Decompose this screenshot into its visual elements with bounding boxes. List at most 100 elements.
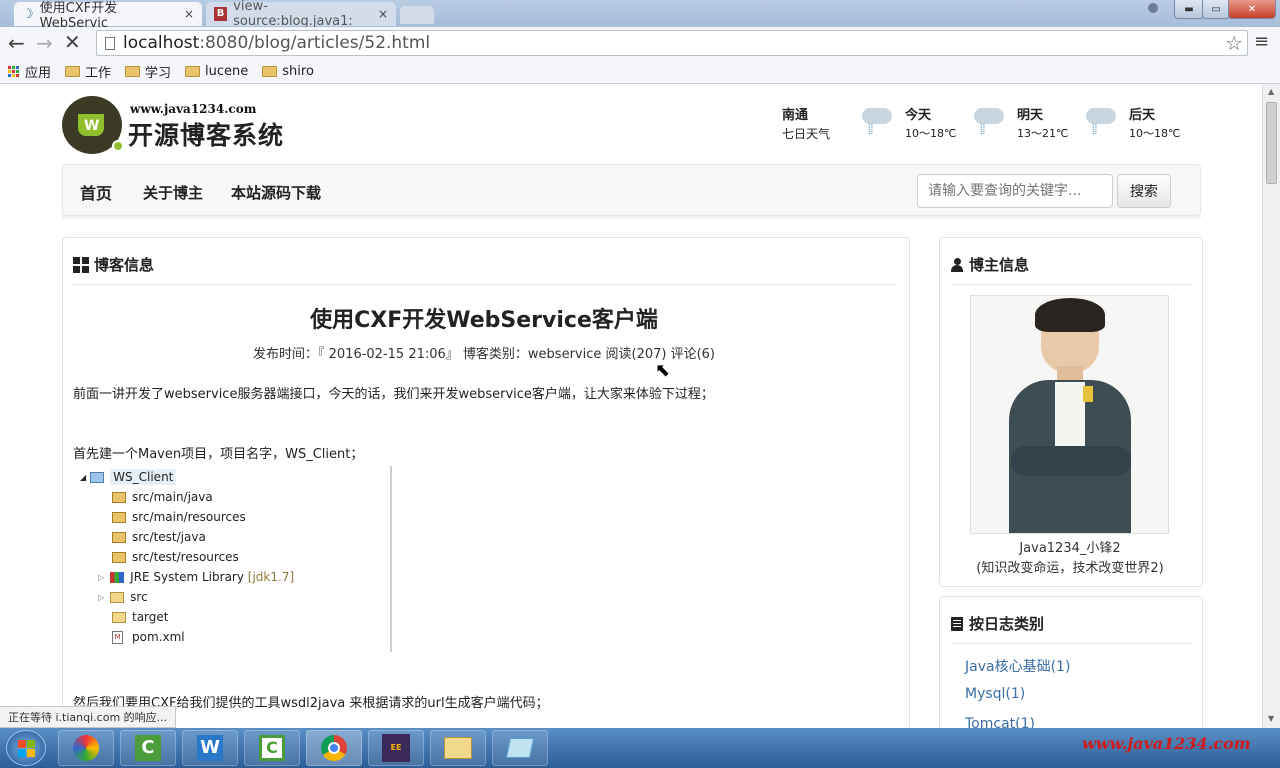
blogger-motto: (知识改变命运，技术改变世界2) [976,561,1164,576]
tree-row: ▷ JRE System Library [jdk1.7] [98,570,295,584]
blogger-panel-title: 博主信息 [969,256,1030,274]
bookmark-apps[interactable]: 应用 [8,62,51,81]
folder-icon [112,611,126,623]
loading-icon: ☽ [22,6,34,22]
category-panel-header: 按日志类别 [951,613,1044,634]
tree-row: M pom.xml [112,627,185,647]
blogger-avatar [970,295,1169,534]
user-icon[interactable] [1142,0,1164,18]
back-icon[interactable]: ← [8,31,25,55]
article-title: 使用CXF开发WebService客户端 [310,308,658,333]
mouse-cursor-icon: ⬉ [655,360,671,381]
weather-day-name: 明天 [1017,108,1044,123]
folder-icon [262,65,278,77]
scrollbar-thumb[interactable] [1266,102,1277,184]
divider [951,643,1191,644]
bookmark-label: shiro [282,63,314,79]
bookmark-star-icon[interactable]: ☆ [1225,31,1243,55]
watermark-text: www.java1234.com [1082,734,1251,753]
folder-icon [125,65,141,77]
tree-row: src/main/java [112,487,213,507]
url-path: :8080/blog/articles/52.html [199,33,431,53]
search-button[interactable]: 搜索 [1117,174,1171,208]
xml-file-icon: M [112,630,123,644]
source-folder-icon [112,551,126,563]
new-tab-button[interactable] [400,6,434,24]
article-panel-header: 博客信息 [73,254,154,275]
bookmarks-bar: 应用 工作 学习 lucene shiro [0,59,1280,84]
category-link[interactable]: Mysql(1) [965,686,1025,702]
taskbar-app-pinwheel-icon[interactable] [58,730,114,766]
taskbar-app-explorer-icon[interactable] [430,730,486,766]
rain-cloud-icon: ⸽⸽ [856,104,900,144]
bookmark-folder-work[interactable]: 工作 [65,62,111,81]
nav-home[interactable]: 首页 [80,180,112,204]
weather-day-temp: 13～21℃ [1017,127,1069,140]
taskbar-app-camtasia-icon[interactable]: C [120,730,176,766]
page-scrollbar[interactable]: ▲ ▼ [1262,84,1280,728]
bookmark-folder-lucene[interactable]: lucene [185,64,248,79]
menu-icon[interactable]: ≡ [1254,31,1269,52]
taskbar-app-word-icon[interactable]: W [182,730,238,766]
tab-close-icon[interactable]: × [378,7,388,21]
bookmark-folder-shiro[interactable]: shiro [262,64,314,79]
category-link[interactable]: Java核心基础(1) [965,656,1070,676]
weather-label[interactable]: 七日天气 [782,125,830,142]
maximize-button[interactable]: ▭ [1202,0,1230,19]
taskbar-app-eclipse-icon[interactable]: EE [368,730,424,766]
site-logo-icon[interactable]: W [62,96,124,154]
nav-about[interactable]: 关于博主 [143,182,203,203]
folder-icon [65,65,81,77]
user-icon [951,257,963,272]
taskbar-app-chrome-icon[interactable] [306,730,362,766]
rain-cloud-icon: ⸽⸽ [968,104,1012,144]
taskbar-app-notes-icon[interactable] [492,730,548,766]
library-icon [110,571,125,583]
category-panel-title: 按日志类别 [969,615,1045,633]
divider [73,284,895,285]
stop-icon[interactable]: ✕ [64,30,81,54]
book-icon [951,616,963,631]
blogger-name: Java1234_小锋2 [1019,541,1121,556]
rain-cloud-icon: ⸽⸽ [1080,104,1124,144]
forward-icon[interactable]: → [36,31,53,55]
article-paragraph: 首先建一个Maven项目，项目名字，WS_Client； [73,447,364,462]
bookmark-folder-study[interactable]: 学习 [125,62,171,81]
minimize-button[interactable]: ▬ [1174,0,1204,19]
source-folder-icon [112,531,126,543]
project-tree-image: ◢ WS_Client src/main/java src/main/resou… [74,466,392,652]
tree-row: src/test/java [112,527,206,547]
tab-article[interactable]: ☽ 使用CXF开发WebServic × [14,1,202,31]
close-window-button[interactable]: ✕ [1228,0,1276,19]
category-link[interactable]: Tomcat(1) [965,716,1035,728]
address-bar[interactable]: localhost:8080/blog/articles/52.html ☆ [96,30,1248,56]
tab-close-icon[interactable]: × [184,7,194,21]
article-paragraph: 前面一讲开发了webservice服务器端接口，今天的话，我们来开发webser… [73,387,714,402]
weather-day-name: 后天 [1129,108,1156,123]
bookmark-label: 应用 [25,65,52,81]
nav-source-download[interactable]: 本站源码下载 [231,182,321,203]
divider [951,284,1191,285]
blogger-panel-header: 博主信息 [951,254,1029,275]
url-host: localhost [123,33,200,53]
start-button[interactable] [6,730,46,766]
folder-icon [110,591,125,603]
blog-favicon-icon: B [214,7,228,21]
weather-day-temp: 10～18℃ [905,127,957,140]
bookmark-label: lucene [205,63,249,79]
folder-icon [185,65,201,77]
tree-row: src/main/resources [112,507,246,527]
apps-grid-icon [8,65,19,77]
search-input[interactable] [917,174,1113,208]
tab-view-source[interactable]: B view-source:blog.java1: × [206,0,396,29]
taskbar-app-camtasia-recorder-icon[interactable]: C [244,730,300,766]
tree-row: ◢ WS_Client [80,467,177,487]
page-icon [105,36,115,50]
navbar-shadow [62,216,1201,220]
article-panel-title: 博客信息 [94,256,155,274]
grid-icon [73,256,89,273]
logo-title: 开源博客系统 [128,121,285,150]
article-meta: 发布时间：『 2016-02-15 21:06』 博客类别：webservice… [253,347,715,362]
browser-titlebar: ☽ 使用CXF开发WebServic × B view-source:blog.… [0,0,1280,31]
source-folder-icon [112,491,126,503]
